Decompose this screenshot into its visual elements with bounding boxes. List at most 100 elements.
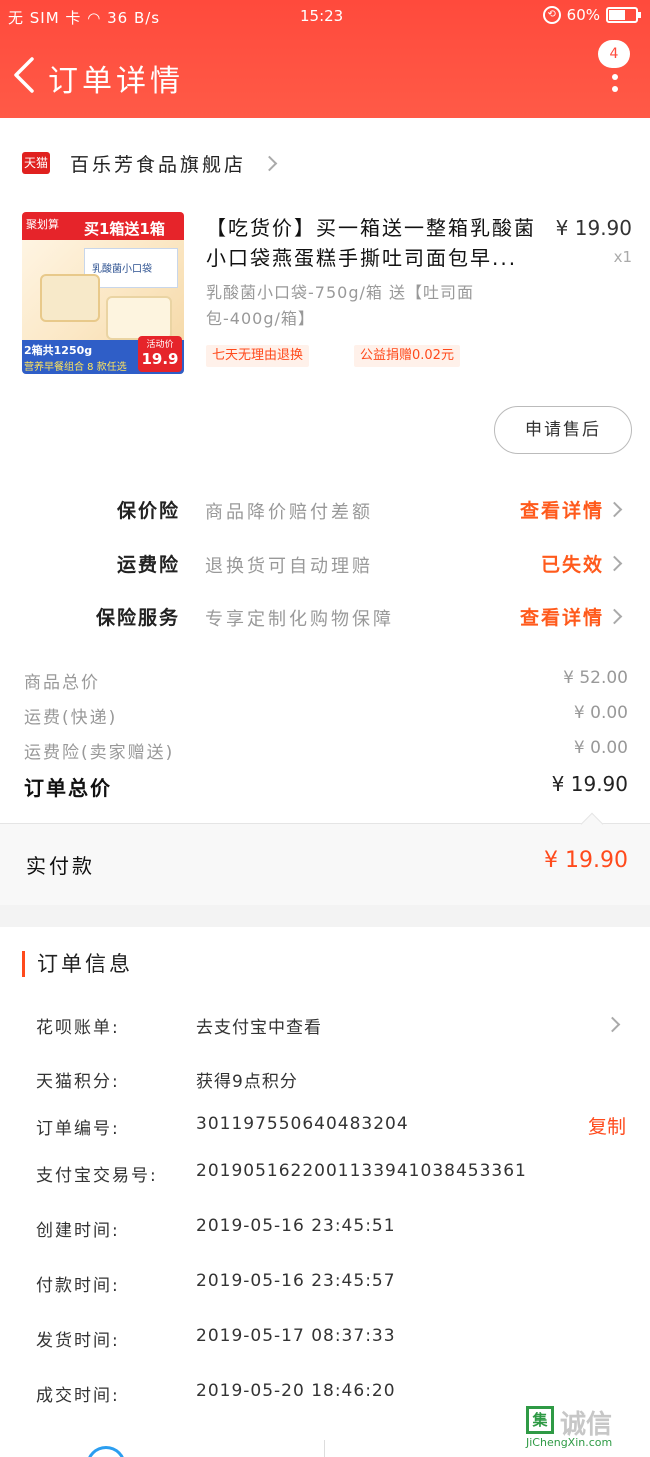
price-value: ¥ 0.00 xyxy=(573,738,628,758)
shop-name: 百乐芳食品旗舰店 xyxy=(70,153,247,176)
insurance-row-shipping[interactable]: 运费险 退换货可自动理赔 已失效 xyxy=(0,544,650,584)
thumb-slogan: 买1箱送1箱 xyxy=(84,220,165,238)
order-card: 天猫 百乐芳食品旗舰店 聚划算 买1箱送1箱 乳酸菌小口袋 2箱共1250g 营… xyxy=(0,118,650,905)
product-price: ¥ 19.90 xyxy=(555,216,632,240)
watermark-logo: 集 诚信 JiChengXin.com xyxy=(526,1404,644,1449)
chevron-right-icon xyxy=(606,501,623,518)
info-row-huabei[interactable]: 花呗账单: 去支付宝中查看 xyxy=(0,1009,650,1043)
info-label: 花呗账单: xyxy=(36,1018,120,1038)
thumb-box-label: 乳酸菌小口袋 xyxy=(92,264,152,275)
price-value: ¥ 52.00 xyxy=(563,668,628,688)
watermark-url: JiChengXin.com xyxy=(526,1436,613,1449)
info-value: 获得9点积分 xyxy=(196,1072,298,1092)
back-arrow-icon[interactable] xyxy=(10,55,40,95)
info-value: 2019-05-17 08:37:33 xyxy=(196,1326,396,1346)
actual-payment-value: ¥ 19.90 xyxy=(544,848,628,873)
thumb-price-badge: 活动价 19.9 xyxy=(138,336,182,372)
info-value: 2019051622001133941038453361 xyxy=(196,1161,527,1181)
status-carrier: 无 SIM 卡 ◠ 36 B/s xyxy=(8,9,161,27)
chevron-right-icon xyxy=(261,155,278,171)
price-label: 运费(快递) xyxy=(24,708,118,728)
product-sku: 乳酸菌小口袋-750g/箱 送【吐司面包-400g/箱】 xyxy=(206,283,474,328)
battery-percent: 60% xyxy=(566,6,600,24)
chevron-right-icon xyxy=(606,555,623,572)
pay-notch xyxy=(580,812,604,836)
insurance-desc: 商品降价赔付差额 xyxy=(205,502,373,523)
thumb-combo: 营养早餐组合 8 款任选 xyxy=(24,362,127,373)
watermark-icon: 集 xyxy=(526,1406,554,1434)
actual-payment-box: 实付款 ¥ 19.90 xyxy=(0,812,650,905)
status-time: 15:23 xyxy=(300,7,344,25)
insurance-desc: 退换货可自动理赔 xyxy=(205,556,373,577)
thumb-brand: 聚划算 xyxy=(26,218,59,231)
actual-payment-label: 实付款 xyxy=(26,854,95,878)
order-info-card: 订单信息 花呗账单: 去支付宝中查看 天猫积分: 获得9点积分 订单编号: 30… xyxy=(0,927,650,1457)
tmall-logo-icon: 天猫 xyxy=(22,152,50,174)
insurance-action: 查看详情 xyxy=(519,607,604,629)
price-value: ¥ 19.90 xyxy=(551,772,628,796)
wifi-icon: ◠ xyxy=(87,9,102,27)
chevron-right-icon xyxy=(606,608,623,625)
order-info-heading: 订单信息 xyxy=(22,951,133,977)
chevron-right-icon xyxy=(604,1016,621,1033)
info-row-created: 创建时间: 2019-05-16 23:45:51 xyxy=(0,1212,650,1246)
info-label: 订单编号: xyxy=(36,1119,120,1139)
charity-tag: 公益捐赠0.02元 xyxy=(354,345,460,367)
insurance-desc: 专享定制化购物保障 xyxy=(205,609,394,630)
battery-icon xyxy=(606,7,641,23)
status-bar: 无 SIM 卡 ◠ 36 B/s 15:23 ⟲ 60% xyxy=(0,0,650,34)
insurance-row-service[interactable]: 保险服务 专享定制化购物保障 查看详情 xyxy=(0,597,650,637)
info-label: 发货时间: xyxy=(36,1331,120,1351)
price-value: ¥ 0.00 xyxy=(573,703,628,723)
insurance-label: 运费险 xyxy=(116,554,180,576)
info-row-shipped: 发货时间: 2019-05-17 08:37:33 xyxy=(0,1322,650,1356)
more-menu-button[interactable]: 4 xyxy=(598,40,632,100)
after-sale-button[interactable]: 申请售后 xyxy=(494,406,632,454)
more-dot-icon xyxy=(612,86,618,92)
price-line-goods-total: 商品总价 ¥ 52.00 xyxy=(0,664,650,694)
info-value: 2019-05-16 23:45:51 xyxy=(196,1216,396,1236)
info-label: 天猫积分: xyxy=(36,1072,120,1092)
bottom-divider xyxy=(324,1440,325,1457)
info-row-alipay-id: 支付宝交易号: 2019051622001133941038453361 xyxy=(0,1157,650,1191)
status-right: ⟲ 60% xyxy=(542,6,641,24)
info-label: 支付宝交易号: xyxy=(36,1166,158,1186)
message-badge: 4 xyxy=(598,40,630,68)
thumb-price-label: 活动价 xyxy=(146,340,174,350)
price-line-shipping-insurance: 运费险(卖家赠送) ¥ 0.00 xyxy=(0,734,650,764)
price-line-shipping: 运费(快递) ¥ 0.00 xyxy=(0,699,650,729)
insurance-action: 查看详情 xyxy=(519,500,604,522)
page-title: 订单详情 xyxy=(48,64,184,99)
thumb-pack: 2箱共1250g xyxy=(24,344,93,357)
price-label: 商品总价 xyxy=(24,673,100,693)
product-image[interactable]: 聚划算 买1箱送1箱 乳酸菌小口袋 2箱共1250g 营养早餐组合 8 款任选 … xyxy=(22,212,184,374)
product-title[interactable]: 【吃货价】买一箱送一整箱乳酸菌小口袋燕蛋糕手撕吐司面包早... xyxy=(206,213,556,273)
info-value: 301197550640483204 xyxy=(196,1114,409,1134)
product-quantity: x1 xyxy=(613,248,632,266)
info-label: 付款时间: xyxy=(36,1276,120,1296)
price-label: 订单总价 xyxy=(24,776,112,800)
info-row-paid: 付款时间: 2019-05-16 23:45:57 xyxy=(0,1267,650,1301)
rotation-lock-icon: ⟲ xyxy=(542,6,561,24)
return-policy-tag: 七天无理由退换 xyxy=(206,345,310,367)
thumb-bread xyxy=(40,274,100,322)
info-label: 创建时间: xyxy=(36,1221,120,1241)
insurance-label: 保险服务 xyxy=(95,607,180,629)
shop-row[interactable]: 天猫 百乐芳食品旗舰店 xyxy=(22,148,278,178)
thumb-price: 19.9 xyxy=(141,350,179,368)
info-label: 成交时间: xyxy=(36,1386,120,1406)
more-dot-icon xyxy=(612,74,618,80)
info-value: 去支付宝中查看 xyxy=(196,1018,322,1038)
price-line-order-total: 订单总价 ¥ 19.90 xyxy=(0,770,650,800)
price-label: 运费险(卖家赠送) xyxy=(24,743,175,763)
insurance-label: 保价险 xyxy=(116,500,180,522)
info-value: 2019-05-20 18:46:20 xyxy=(196,1381,396,1401)
insurance-row-price-protection[interactable]: 保价险 商品降价赔付差额 查看详情 xyxy=(0,490,650,530)
insurance-action: 已失效 xyxy=(540,554,604,576)
info-value: 2019-05-16 23:45:57 xyxy=(196,1271,396,1291)
thumb-bread xyxy=(106,296,172,340)
copy-button[interactable]: 复制 xyxy=(588,1112,626,1139)
header-bar: 无 SIM 卡 ◠ 36 B/s 15:23 ⟲ 60% 订单详情 4 xyxy=(0,0,650,118)
info-row-order-number: 订单编号: 301197550640483204 复制 xyxy=(0,1110,650,1144)
info-row-points: 天猫积分: 获得9点积分 xyxy=(0,1063,650,1097)
